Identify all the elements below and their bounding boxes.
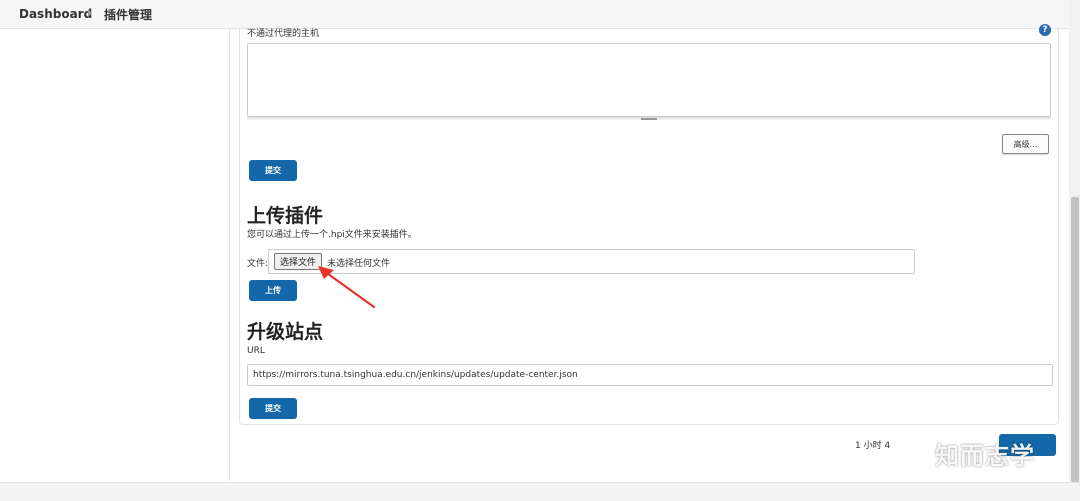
breadcrumb-plugin-manager[interactable]: 插件管理 — [104, 6, 152, 23]
breadcrumb-dashboard-link[interactable]: Dashboard — [19, 7, 92, 21]
last-checked-status: 1 小时 4 — [855, 441, 891, 451]
no-proxy-hosts-textarea[interactable] — [247, 43, 1051, 117]
submit-proxy-button[interactable]: 提交 — [249, 160, 297, 181]
drag-handle-icon — [641, 118, 657, 120]
upload-button[interactable]: 上传 — [249, 280, 297, 301]
upload-plugin-description: 您可以通过上传一个.hpi文件来安装插件。 — [247, 230, 417, 240]
submit-update-site-button[interactable]: 提交 — [249, 398, 297, 419]
scrollbar-thumb[interactable] — [1071, 197, 1079, 482]
breadcrumb: Dashboard 插件管理 — [0, 0, 1080, 29]
upload-plugin-heading: 上传插件 — [247, 205, 324, 227]
textarea-resize-handle[interactable] — [247, 117, 1051, 120]
question-icon[interactable]: ? — [1039, 24, 1051, 36]
watermark-text: 知而志学 — [935, 442, 1035, 470]
update-site-heading: 升级站点 — [247, 321, 324, 343]
page-footer — [0, 482, 1080, 501]
file-label: 文件: — [247, 259, 269, 269]
plugin-advanced-panel: 不通过代理的主机 ? 高级... 提交 上传插件 您可以通过上传一个.hpi文件… — [239, 24, 1059, 425]
annotation-arrow — [318, 266, 376, 309]
sidebar — [0, 29, 230, 481]
chevron-right-icon — [88, 9, 92, 17]
no-proxy-hosts-label: 不通过代理的主机 — [247, 29, 320, 39]
wechat-logo-icon — [905, 443, 930, 462]
advanced-button[interactable]: 高级... — [1002, 134, 1049, 154]
update-site-url-input[interactable]: https://mirrors.tuna.tsinghua.edu.cn/jen… — [247, 364, 1053, 386]
watermark: 知而志学 — [905, 436, 1035, 471]
url-label: URL — [247, 346, 265, 356]
